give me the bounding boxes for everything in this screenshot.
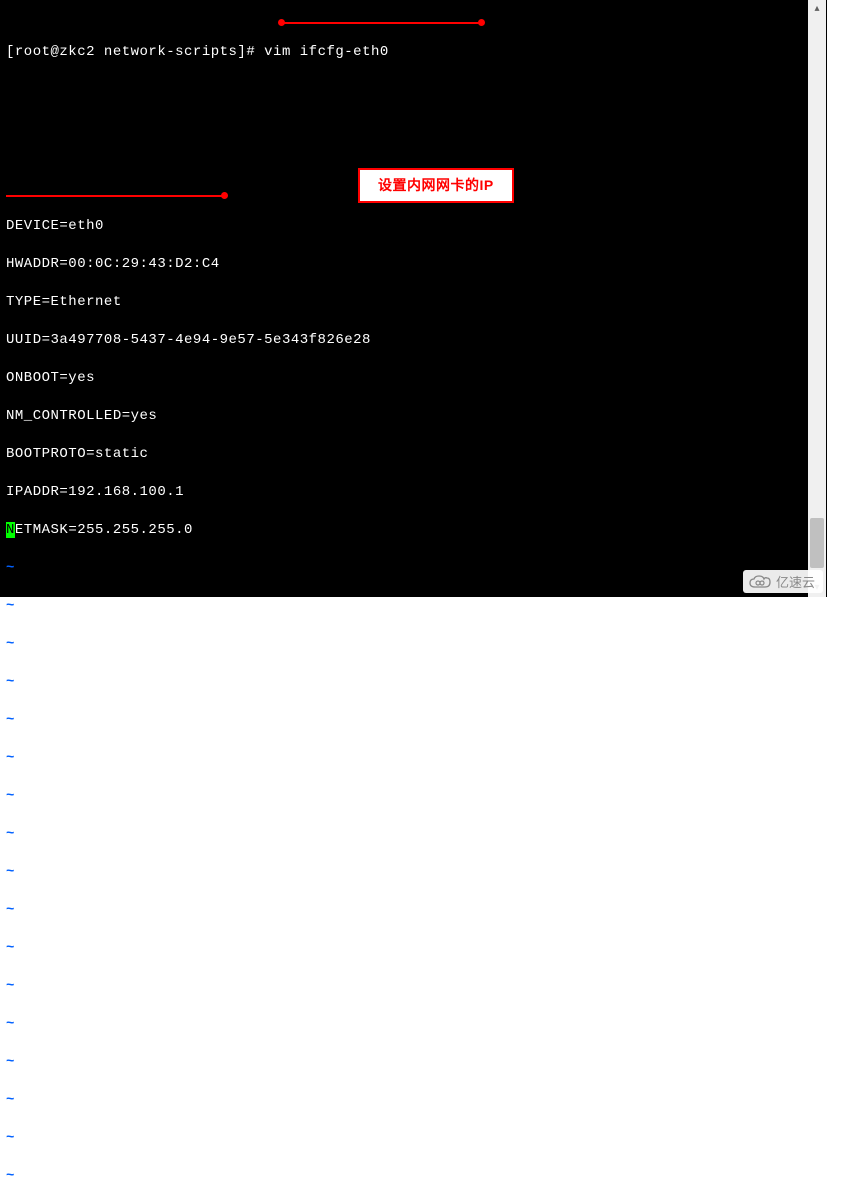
shell-prompt-line: [root@zkc2 network-scripts]# vim ifcfg-e… <box>6 43 821 62</box>
terminal-content[interactable]: [root@zkc2 network-scripts]# vim ifcfg-e… <box>0 0 827 597</box>
annotation-dot-icon <box>221 192 228 199</box>
annotation-underline-command <box>280 22 480 24</box>
annotation-dot-icon <box>278 19 285 26</box>
annotation-text: 设置内网网卡的IP <box>378 177 494 193</box>
annotation-underline-ipaddr <box>6 195 224 197</box>
vim-empty-line: ~ <box>6 863 821 882</box>
file-line: UUID=3a497708-5437-4e94-9e57-5e343f826e2… <box>6 331 821 350</box>
file-line: TYPE=Ethernet <box>6 293 821 312</box>
vim-empty-line: ~ <box>6 559 821 578</box>
vim-empty-line: ~ <box>6 901 821 920</box>
vertical-scrollbar[interactable]: ▴ ▾ <box>808 0 826 597</box>
vim-empty-line: ~ <box>6 1129 821 1148</box>
vim-empty-line: ~ <box>6 711 821 730</box>
vim-empty-line: ~ <box>6 1015 821 1034</box>
file-line: BOOTPROTO=static <box>6 445 821 464</box>
vim-empty-line: ~ <box>6 597 821 616</box>
file-line-cursor: NETMASK=255.255.255.0 <box>6 521 821 540</box>
vim-empty-line: ~ <box>6 825 821 844</box>
vim-empty-line: ~ <box>6 977 821 996</box>
cloud-icon <box>749 575 771 589</box>
vim-empty-line: ~ <box>6 673 821 692</box>
file-line: HWADDR=00:0C:29:43:D2:C4 <box>6 255 821 274</box>
vim-empty-line: ~ <box>6 635 821 654</box>
cursor-line-rest: ETMASK=255.255.255.0 <box>15 522 193 538</box>
prompt-user-host: [root@zkc2 network-scripts]# <box>6 44 255 60</box>
scrollbar-track[interactable] <box>808 18 826 579</box>
vim-empty-line: ~ <box>6 1053 821 1072</box>
prompt-command: vim ifcfg-eth0 <box>264 44 389 60</box>
vim-buffer[interactable]: DEVICE=eth0 HWADDR=00:0C:29:43:D2:C4 TYP… <box>6 198 821 1194</box>
vim-cursor: N <box>6 522 15 538</box>
terminal-window: [root@zkc2 network-scripts]# vim ifcfg-e… <box>0 0 827 597</box>
file-line: ONBOOT=yes <box>6 369 821 388</box>
vim-empty-line: ~ <box>6 939 821 958</box>
file-line: IPADDR=192.168.100.1 <box>6 483 821 502</box>
scrollbar-thumb[interactable] <box>810 518 824 568</box>
annotation-callout: 设置内网网卡的IP <box>358 168 514 203</box>
annotation-dot-icon <box>478 19 485 26</box>
vim-empty-line: ~ <box>6 1167 821 1186</box>
file-line: NM_CONTROLLED=yes <box>6 407 821 426</box>
vim-empty-line: ~ <box>6 787 821 806</box>
watermark-text: 亿速云 <box>776 572 815 591</box>
file-line: DEVICE=eth0 <box>6 217 821 236</box>
vim-empty-line: ~ <box>6 1091 821 1110</box>
vim-empty-line: ~ <box>6 749 821 768</box>
watermark-badge: 亿速云 <box>743 570 823 593</box>
scrollbar-arrow-up-icon[interactable]: ▴ <box>808 0 826 18</box>
